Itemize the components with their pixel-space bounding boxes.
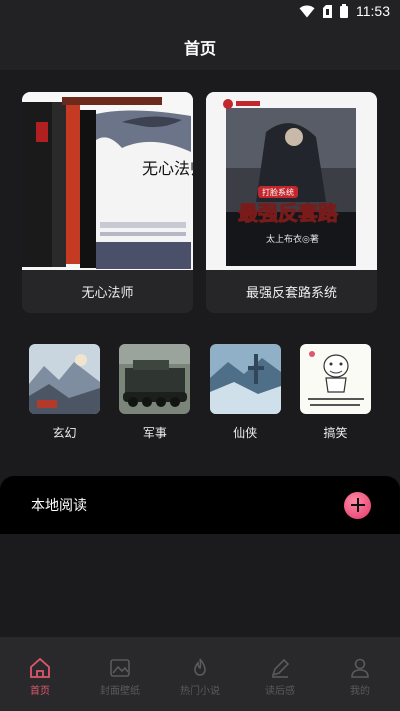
category-thumbnail: [29, 344, 100, 414]
wifi-icon: [299, 5, 315, 17]
category-label: 搞笑: [323, 426, 348, 440]
category-thumbnail: [119, 344, 191, 414]
book-title: 无心法师: [81, 286, 134, 301]
tab-label: 我的: [350, 686, 370, 697]
header: 首页: [0, 24, 400, 70]
page-title: 首页: [183, 39, 216, 58]
add-local-book-button[interactable]: [344, 491, 371, 519]
battery-icon: [340, 4, 348, 18]
user-icon: [351, 658, 369, 678]
tab-hot-novels[interactable]: 热门小说: [160, 656, 240, 697]
pen-icon: [271, 658, 290, 678]
category-xuanhuan[interactable]: 玄幻: [29, 344, 100, 441]
category-thumbnail: [299, 344, 371, 414]
cover-tag-text: 打脸系统: [262, 187, 294, 197]
status-time: 11:53: [356, 3, 390, 19]
local-reading-section: 本地阅读: [0, 476, 400, 534]
tab-home[interactable]: 首页: [0, 656, 80, 697]
local-reading-title: 本地阅读: [31, 498, 87, 514]
book-card-wuxin[interactable]: 无心法师 无心法师: [22, 92, 193, 313]
book-title: 最强反套路系统: [245, 286, 337, 301]
category-label: 仙侠: [233, 426, 258, 440]
cover-author-text: 太上布衣◎著: [266, 233, 319, 245]
fire-icon: [194, 658, 206, 676]
cover-title-text: 最强反套路: [238, 201, 339, 225]
category-xianxia[interactable]: 仙侠: [209, 344, 281, 441]
book-cover: 无心法师: [22, 92, 193, 270]
cover-title-text: 无心法师: [142, 159, 193, 178]
tab-wallpaper[interactable]: 封面壁纸: [80, 656, 160, 697]
status-icons: 11:53: [299, 3, 390, 19]
category-label: 玄幻: [52, 426, 77, 440]
category-thumbnail: [209, 344, 281, 414]
status-bar: 11:53: [0, 0, 400, 24]
tab-label: 热门小说: [180, 686, 220, 697]
sim-icon: [323, 4, 332, 18]
category-gaoxiao[interactable]: 搞笑: [299, 344, 371, 441]
bottom-tabbar: 首页 封面壁纸 热门小说 读后感 我的: [0, 637, 400, 711]
image-icon: [110, 659, 130, 677]
tab-label: 读后感: [265, 686, 295, 697]
tab-label: 首页: [30, 686, 50, 697]
categories: 玄幻 军事 仙侠 搞笑: [29, 344, 371, 441]
featured-books: 无心法师 无心法师 打脸系统 最强反套路 太上布衣◎著: [22, 92, 378, 313]
category-label: 军事: [142, 426, 167, 440]
book-card-zuiqiang[interactable]: 打脸系统 最强反套路 太上布衣◎著 最强反套路系统: [206, 92, 377, 313]
home-icon: [30, 657, 50, 678]
tab-reviews[interactable]: 读后感: [240, 656, 320, 697]
tab-label: 封面壁纸: [100, 686, 140, 697]
plus-icon: [350, 498, 365, 512]
category-junshi[interactable]: 军事: [119, 344, 191, 441]
tab-profile[interactable]: 我的: [320, 656, 400, 697]
book-cover: 打脸系统 最强反套路 太上布衣◎著: [206, 92, 377, 270]
